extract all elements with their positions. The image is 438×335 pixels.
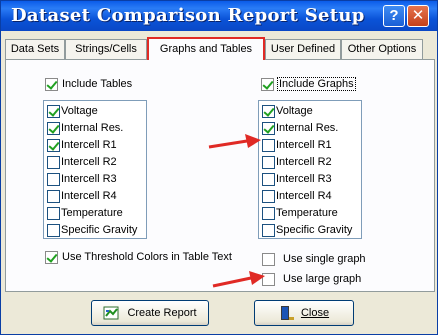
tables-item-intercell-r1[interactable]: Intercell R1	[47, 137, 117, 153]
checkbox[interactable]	[47, 189, 60, 203]
checkbox[interactable]	[262, 155, 275, 169]
list-item-label: Intercell R1	[276, 139, 332, 151]
exit-door-icon	[280, 306, 294, 320]
graphs-item-intercell-r1[interactable]: Intercell R1	[262, 137, 332, 153]
tab-other-options[interactable]: Other Options	[341, 39, 423, 59]
include-tables-label: Include Tables	[62, 78, 133, 90]
tables-item-temperature[interactable]: Temperature	[47, 205, 123, 221]
list-item-label: Intercell R4	[61, 190, 117, 202]
window-title: Dataset Comparison Report Setup	[11, 5, 365, 26]
threshold-colors-label: Use Threshold Colors in Table Text	[62, 251, 232, 263]
checkbox[interactable]	[262, 172, 275, 186]
tab-data-sets[interactable]: Data Sets	[5, 39, 65, 59]
include-graphs-label: Include Graphs	[277, 77, 356, 91]
graphs-item-temperature[interactable]: Temperature	[262, 205, 338, 221]
title-bar[interactable]: Dataset Comparison Report Setup ? ✕	[1, 1, 437, 31]
graphs-item-intercell-r4[interactable]: Intercell R4	[262, 188, 332, 204]
graphs-item-intercell-r2[interactable]: Intercell R2	[262, 154, 332, 170]
graphs-item-intercell-r3[interactable]: Intercell R3	[262, 171, 332, 187]
close-button[interactable]: Close	[254, 300, 354, 326]
single-graph-checkbox[interactable]: Use single graph	[262, 251, 366, 267]
list-item-label: Intercell R4	[276, 190, 332, 202]
checkbox[interactable]	[47, 121, 60, 135]
list-item-label: Specific Gravity	[61, 224, 138, 236]
large-graph-label: Use large graph	[283, 273, 362, 285]
annotation-arrow-intercell-icon	[208, 134, 261, 149]
list-item-label: Intercell R1	[61, 139, 117, 151]
include-graphs-box[interactable]	[261, 77, 274, 91]
arrow-shaft	[212, 276, 252, 288]
tab-strip: Data Sets Strings/Cells Graphs and Table…	[5, 37, 435, 60]
arrow-head	[245, 134, 261, 148]
large-graph-checkbox[interactable]: Use large graph	[262, 271, 361, 287]
checkbox[interactable]	[262, 206, 275, 220]
tables-listbox[interactable]: Voltage Internal Res. Intercell R1 Inter…	[43, 100, 147, 239]
tables-item-internal-res[interactable]: Internal Res.	[47, 120, 123, 136]
list-item-label: Intercell R3	[61, 173, 117, 185]
checkbox[interactable]	[47, 172, 60, 186]
close-label: Close	[300, 307, 330, 319]
checkbox[interactable]	[47, 155, 60, 169]
checkbox[interactable]	[47, 206, 60, 220]
include-graphs-checkbox[interactable]: Include Graphs	[261, 76, 356, 92]
threshold-colors-checkbox[interactable]: Use Threshold Colors in Table Text	[45, 249, 232, 265]
tab-graphs-and-tables[interactable]: Graphs and Tables	[147, 37, 265, 60]
graphs-item-internal-res[interactable]: Internal Res.	[262, 120, 338, 136]
include-tables-box[interactable]	[45, 77, 58, 91]
tables-item-voltage[interactable]: Voltage	[47, 103, 98, 119]
checkbox[interactable]	[262, 223, 275, 237]
help-icon: ?	[389, 7, 399, 24]
graphs-item-specific-gravity[interactable]: Specific Gravity	[262, 222, 352, 238]
annotation-arrow-large-graph-icon	[212, 271, 265, 288]
single-graph-box[interactable]	[262, 252, 275, 266]
list-item-label: Specific Gravity	[276, 224, 353, 236]
list-item-label: Intercell R2	[276, 156, 332, 168]
list-item-label: Temperature	[61, 207, 123, 219]
create-report-label: Create Report	[127, 307, 197, 319]
checkbox[interactable]	[262, 189, 275, 203]
checkbox[interactable]	[262, 138, 275, 152]
checkbox[interactable]	[47, 223, 60, 237]
graphs-listbox[interactable]: Voltage Internal Res. Intercell R1 Inter…	[258, 100, 362, 239]
list-item-label: Temperature	[276, 207, 338, 219]
help-button[interactable]: ?	[383, 5, 405, 27]
list-item-label: Intercell R2	[61, 156, 117, 168]
list-item-label: Voltage	[61, 105, 98, 117]
close-icon: ✕	[411, 7, 425, 24]
arrow-head	[249, 271, 265, 285]
list-item-label: Voltage	[276, 105, 313, 117]
checkbox[interactable]	[47, 104, 60, 118]
list-item-label: Internal Res.	[61, 122, 124, 134]
tables-item-intercell-r4[interactable]: Intercell R4	[47, 188, 117, 204]
dialog-window: Dataset Comparison Report Setup ? ✕ Data…	[0, 0, 438, 335]
threshold-colors-box[interactable]	[45, 250, 58, 264]
arrow-shaft	[208, 139, 248, 149]
tables-item-intercell-r3[interactable]: Intercell R3	[47, 171, 117, 187]
checkbox[interactable]	[47, 138, 60, 152]
close-window-button[interactable]: ✕	[407, 5, 429, 27]
list-item-label: Internal Res.	[276, 122, 339, 134]
create-report-button[interactable]: Create Report	[91, 300, 209, 326]
tab-strings-cells[interactable]: Strings/Cells	[65, 39, 147, 59]
tables-item-specific-gravity[interactable]: Specific Gravity	[47, 222, 137, 238]
report-icon	[103, 306, 119, 320]
graphs-item-voltage[interactable]: Voltage	[262, 103, 313, 119]
single-graph-label: Use single graph	[283, 253, 366, 265]
list-item-label: Intercell R3	[276, 173, 332, 185]
tab-user-defined[interactable]: User Defined	[265, 39, 341, 59]
include-tables-checkbox[interactable]: Include Tables	[45, 76, 132, 92]
tables-item-intercell-r2[interactable]: Intercell R2	[47, 154, 117, 170]
checkbox[interactable]	[262, 121, 275, 135]
checkbox[interactable]	[262, 104, 275, 118]
